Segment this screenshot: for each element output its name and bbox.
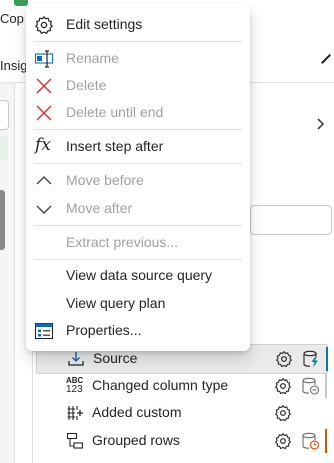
- step-grouped-rows[interactable]: Grouped rows: [36, 427, 327, 455]
- pen-icon[interactable]: [321, 54, 331, 64]
- menu-separator: [34, 259, 242, 260]
- gear-icon[interactable]: [274, 404, 292, 422]
- num-text: 123: [66, 383, 83, 395]
- menu-item-label: Properties...: [66, 322, 142, 338]
- step-context-menu: Edit settings Rename Delete Delete until…: [26, 4, 250, 351]
- step-status-bar: [325, 373, 327, 398]
- query-name-input[interactable]: [250, 205, 332, 235]
- group-rows-icon: [66, 432, 84, 450]
- menu-item-label: View data source query: [66, 267, 213, 283]
- add-column-icon: [66, 404, 84, 422]
- menu-item-delete[interactable]: Delete: [26, 72, 250, 99]
- menu-item-view-query-plan[interactable]: View query plan: [26, 290, 250, 317]
- menu-separator: [34, 129, 242, 130]
- step-changed-column-type[interactable]: ABC 123 Changed column type: [36, 372, 327, 400]
- menu-item-label: Extract previous...: [66, 234, 179, 250]
- menu-item-label: View query plan: [66, 295, 166, 311]
- ribbon-label-insights[interactable]: Insig: [0, 58, 27, 73]
- menu-item-view-data-source-query[interactable]: View data source query: [26, 262, 250, 289]
- ribbon-label-copilot[interactable]: Cop: [0, 11, 24, 26]
- abc-123-icon: ABC 123: [66, 376, 86, 395]
- source-icon: [67, 350, 85, 368]
- step-status-bar: [325, 428, 327, 453]
- menu-item-label: Move after: [66, 200, 133, 216]
- menu-item-label: Edit settings: [66, 16, 143, 32]
- menu-item-move-before[interactable]: Move before: [26, 167, 250, 194]
- gear-icon: [34, 15, 54, 35]
- chevron-right-icon[interactable]: [312, 116, 328, 132]
- menu-item-rename[interactable]: Rename: [26, 45, 250, 72]
- menu-separator: [34, 163, 242, 164]
- database-pending-icon: [300, 376, 320, 396]
- menu-item-edit-settings[interactable]: Edit settings: [26, 11, 250, 38]
- rename-icon: [34, 49, 54, 69]
- menu-item-label: Move before: [66, 172, 144, 188]
- step-label: Source: [93, 350, 138, 366]
- menu-item-label: Delete until end: [66, 104, 164, 120]
- chevron-down-icon: [34, 199, 54, 219]
- queries-pane-highlight: [0, 136, 8, 160]
- menu-separator: [34, 225, 242, 226]
- menu-item-insert-step-after[interactable]: fx Insert step after: [26, 133, 250, 160]
- fx-icon: fx: [35, 135, 51, 155]
- chevron-up-icon: [34, 171, 54, 191]
- queries-pane-scrollbar[interactable]: [0, 190, 5, 250]
- queries-pane-control[interactable]: [0, 100, 9, 130]
- step-label: Changed column type: [92, 376, 229, 393]
- menu-item-extract-previous[interactable]: Extract previous...: [26, 229, 250, 256]
- step-added-custom[interactable]: Added custom: [36, 399, 326, 427]
- database-clock-icon: [300, 431, 320, 451]
- lightning-database-icon: [301, 349, 321, 369]
- step-label: Added custom: [92, 404, 182, 420]
- menu-item-label: Insert step after: [66, 138, 164, 154]
- menu-item-properties[interactable]: Properties...: [26, 317, 250, 344]
- menu-separator: [34, 41, 242, 42]
- delete-icon: [34, 76, 54, 96]
- properties-icon: [34, 321, 54, 341]
- step-status-bar: [326, 347, 328, 371]
- menu-item-label: Rename: [66, 50, 119, 66]
- step-label: Grouped rows: [92, 431, 180, 448]
- gear-icon[interactable]: [274, 377, 292, 395]
- menu-item-delete-until-end[interactable]: Delete until end: [26, 99, 250, 126]
- gear-icon[interactable]: [275, 350, 293, 368]
- menu-item-move-after[interactable]: Move after: [26, 195, 250, 222]
- delete-icon: [34, 103, 54, 123]
- menu-item-label: Delete: [66, 77, 107, 93]
- ribbon-accent: [14, 0, 28, 6]
- gear-icon[interactable]: [274, 432, 292, 450]
